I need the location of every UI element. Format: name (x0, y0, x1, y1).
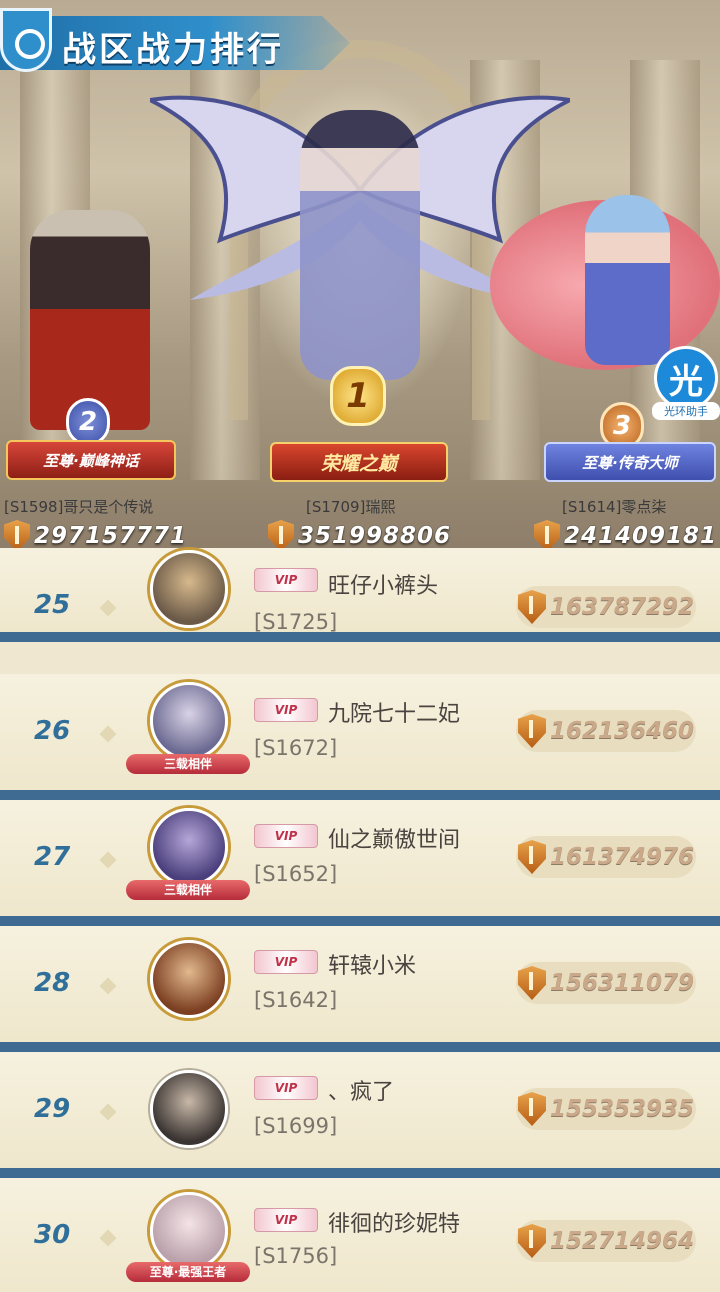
divider-diamond-icon (99, 977, 117, 995)
player-name[interactable]: 轩辕小米 (328, 948, 416, 980)
power-shield-icon (518, 1092, 546, 1126)
avatar-frame-tag: 三载相伴 (126, 880, 250, 900)
rank-1-player-name[interactable]: [S1709]瑞熙 (306, 496, 395, 517)
top-three-showcase: 战区战力排行 2 至尊·巅峰神话 [S1598]哥只是个传说 297157771… (0, 0, 720, 578)
power-shield-icon (518, 1224, 546, 1258)
power-value: 161374976 (550, 844, 695, 870)
avatar-frame-tag: 至尊·最强王者 (126, 1262, 250, 1282)
divider-diamond-icon (99, 1103, 117, 1121)
player-name[interactable]: 九院七十二妃 (328, 696, 460, 728)
vip-badge: VIP (254, 950, 318, 974)
power-pill: 163787292 (516, 586, 696, 628)
vip-badge: VIP (254, 698, 318, 722)
vip-badge: VIP (254, 1208, 318, 1232)
rank-1-hero-character (300, 110, 420, 380)
power-value: 152714964 (550, 1228, 695, 1254)
ranking-row[interactable]: 27 三载相伴 VIP 仙之巅傲世间 [S1652] 161374976 (0, 800, 720, 926)
power-shield-icon (518, 840, 546, 874)
player-name[interactable]: 徘徊的珍妮特 (328, 1206, 460, 1238)
rank-2-title-plate: 至尊·巅峰神话 (6, 440, 176, 480)
power-pill: 156311079 (516, 962, 696, 1004)
power-value: 163787292 (550, 594, 695, 620)
server-id: [S1652] (254, 862, 338, 886)
rank-number: 25 (34, 590, 71, 620)
power-pill: 162136460 (516, 710, 696, 752)
player-name[interactable]: 、疯了 (328, 1074, 394, 1106)
rank-1-medal-icon: 1 (330, 366, 386, 426)
ranking-row[interactable]: 26 三载相伴 VIP 九院七十二妃 [S1672] 162136460 (0, 674, 720, 800)
server-id: [S1756] (254, 1244, 338, 1268)
avatar[interactable] (150, 1192, 228, 1270)
server-id: [S1642] (254, 988, 338, 1012)
rank-number: 26 (34, 716, 71, 746)
vip-badge: VIP (254, 568, 318, 592)
power-shield-icon (518, 714, 546, 748)
rank-number: 29 (34, 1094, 71, 1124)
power-pill: 155353935 (516, 1088, 696, 1130)
ranking-row[interactable]: 29 VIP 、疯了 [S1699] 155353935 (0, 1052, 720, 1178)
rank-2-medal-icon: 2 (66, 398, 110, 446)
rank-3-power-value: 241409181 (564, 523, 718, 549)
server-id: [S1672] (254, 736, 338, 760)
ranking-row[interactable]: 28 VIP 轩辕小米 [S1642] 156311079 (0, 926, 720, 1052)
page-title: 战区战力排行 (62, 30, 284, 70)
player-name[interactable]: 旺仔小裤头 (328, 568, 438, 600)
power-shield-icon (518, 590, 546, 624)
rank-1-title-plate: 荣耀之巅 (270, 442, 448, 482)
power-pill: 152714964 (516, 1220, 696, 1262)
ranking-row[interactable]: 25 VIP 旺仔小裤头 [S1725] 163787292 (0, 548, 720, 642)
power-pill: 161374976 (516, 836, 696, 878)
divider-diamond-icon (99, 725, 117, 743)
rank-2-hero-character (30, 210, 150, 430)
assistant-floating-button[interactable]: 光 光环助手 (652, 346, 720, 424)
rank-number: 27 (34, 842, 71, 872)
rank-3-player-name[interactable]: [S1614]零点柒 (562, 496, 666, 517)
divider-diamond-icon (99, 851, 117, 869)
avatar[interactable] (150, 682, 228, 760)
avatar[interactable] (150, 1070, 228, 1148)
power-shield-icon (518, 966, 546, 1000)
power-value: 155353935 (550, 1096, 695, 1122)
rank-2-player-name[interactable]: [S1598]哥只是个传说 (4, 496, 153, 517)
power-value: 156311079 (550, 970, 695, 996)
vip-badge: VIP (254, 1076, 318, 1100)
vip-badge: VIP (254, 824, 318, 848)
ranking-row[interactable]: 30 至尊·最强王者 VIP 徘徊的珍妮特 [S1756] 152714964 (0, 1178, 720, 1292)
avatar[interactable] (150, 550, 228, 628)
divider-diamond-icon (99, 599, 117, 617)
rank-3-title-plate: 至尊·传奇大师 (544, 442, 716, 482)
avatar[interactable] (150, 940, 228, 1018)
rank-3-hero-character (585, 195, 670, 365)
server-id: [S1725] (254, 610, 338, 634)
avatar[interactable] (150, 808, 228, 886)
assistant-label: 光环助手 (652, 402, 720, 420)
rank-2-power-value: 297157771 (34, 523, 188, 549)
player-name[interactable]: 仙之巅傲世间 (328, 822, 460, 854)
rank-number: 28 (34, 968, 71, 998)
divider-diamond-icon (99, 1229, 117, 1247)
avatar-frame-tag: 三载相伴 (126, 754, 250, 774)
server-id: [S1699] (254, 1114, 338, 1138)
back-emblem-icon[interactable] (0, 8, 52, 72)
assistant-icon: 光 (654, 346, 718, 410)
rank-number: 30 (34, 1220, 71, 1250)
rank-1-power-value: 351998806 (298, 523, 452, 549)
power-value: 162136460 (550, 718, 695, 744)
